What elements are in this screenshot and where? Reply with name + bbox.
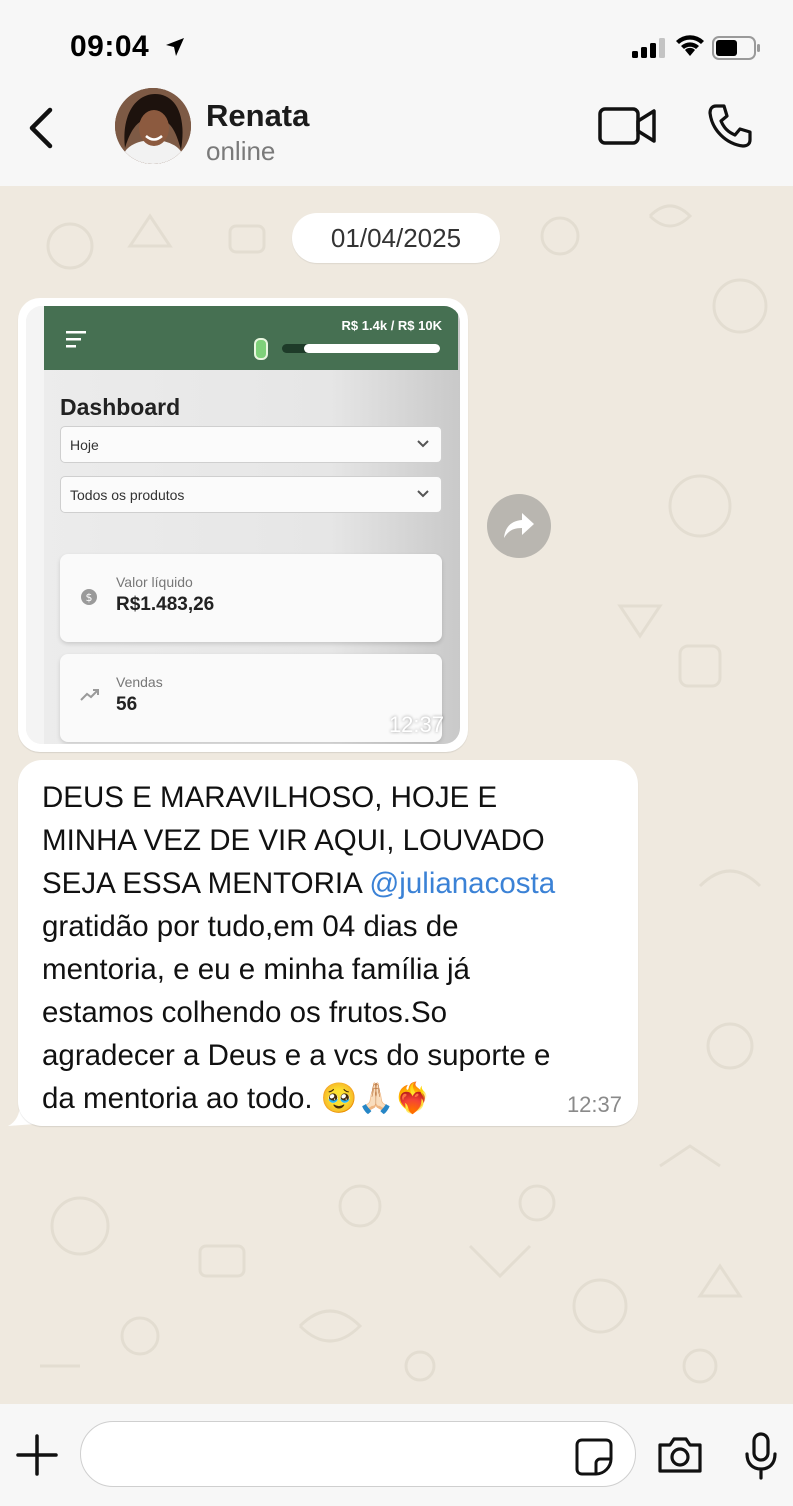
battery-icon [712, 36, 760, 60]
mention-link[interactable]: @julianacosta [369, 867, 555, 900]
trend-up-icon [80, 689, 99, 701]
chevron-down-icon [417, 440, 429, 448]
video-call-icon[interactable] [598, 106, 658, 146]
status-time: 09:04 [70, 30, 150, 63]
text-message-time: 12:37 [566, 1092, 622, 1117]
goal-progress-bar [282, 344, 440, 353]
forward-arrow-icon [504, 513, 534, 538]
forward-button[interactable] [487, 494, 551, 558]
products-select-value: Todos os produtos [70, 487, 185, 503]
contact-avatar[interactable] [115, 88, 191, 164]
location-arrow-icon [166, 38, 184, 56]
sales-label: Vendas [116, 674, 163, 690]
message-input[interactable] [80, 1421, 636, 1487]
back-chevron-icon[interactable] [22, 104, 62, 152]
net-value-amount: R$1.483,26 [116, 594, 215, 615]
message-input-bar [0, 1404, 793, 1506]
svg-text:$: $ [86, 591, 93, 604]
gem-icon [254, 338, 268, 360]
dashboard-title: Dashboard [60, 394, 181, 420]
chat-header: Renata online [0, 88, 793, 186]
hamburger-menu-icon [66, 331, 86, 348]
goal-progress-fill [304, 344, 440, 353]
contact-name[interactable]: Renata [206, 98, 309, 134]
sales-card: Vendas 56 [60, 654, 442, 742]
chevron-down-icon [417, 490, 429, 498]
wifi-icon [676, 35, 704, 56]
products-select: Todos os produtos [60, 476, 442, 513]
dashboard-screenshot[interactable]: R$ 1.4k / R$ 10K Dashboard Hoje Todos os… [26, 306, 460, 744]
text-message-bubble[interactable]: DEUS E MARAVILHOSO, HOJE E MINHA VEZ DE … [18, 760, 638, 1126]
voice-call-icon[interactable] [706, 102, 754, 150]
date-chip: 01/04/2025 [292, 213, 500, 263]
cellular-signal-icon [632, 38, 665, 58]
period-select: Hoje [60, 426, 442, 463]
period-select-value: Hoje [70, 437, 99, 453]
message-text[interactable]: DEUS E MARAVILHOSO, HOJE E MINHA VEZ DE … [42, 776, 622, 1120]
dollar-icon: $ [81, 589, 97, 605]
screenshot-topbar: R$ 1.4k / R$ 10K [44, 306, 458, 370]
contact-status: online [206, 136, 276, 166]
plus-icon[interactable] [16, 1434, 58, 1476]
screenshot-left-edge [26, 306, 44, 744]
net-value-card: $ Valor líquido R$1.483,26 [60, 554, 442, 642]
sticker-icon[interactable] [574, 1437, 614, 1477]
status-bar: 09:04 [0, 0, 793, 88]
image-message-bubble[interactable]: R$ 1.4k / R$ 10K Dashboard Hoje Todos os… [18, 298, 468, 752]
camera-icon[interactable] [656, 1435, 704, 1475]
goal-text: R$ 1.4k / R$ 10K [341, 318, 442, 333]
message-text-part: gratidão por tudo,em 04 dias de mentoria… [42, 910, 551, 1115]
image-message-time: 12:37 [388, 712, 444, 737]
net-value-label: Valor líquido [116, 574, 193, 590]
microphone-icon[interactable] [744, 1432, 778, 1480]
sales-count: 56 [116, 694, 138, 715]
